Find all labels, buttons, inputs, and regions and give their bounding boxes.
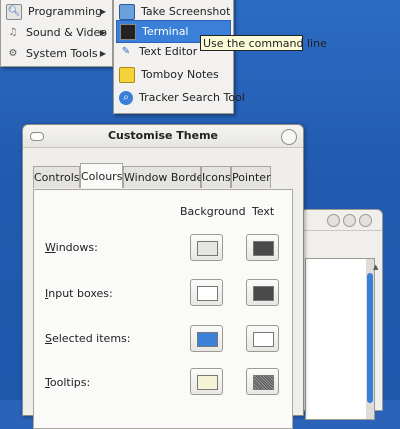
tooltips-label: Tooltips: [45, 376, 91, 389]
input-boxes-text-color-button[interactable] [246, 279, 279, 306]
selected-items-text-color-button[interactable] [246, 325, 279, 352]
menu-item-label: Text Editor [139, 45, 198, 58]
background-window-content [305, 258, 375, 420]
color-swatch [197, 375, 218, 390]
menu-item-label: Take Screenshot [141, 5, 231, 18]
close-icon[interactable] [359, 214, 372, 227]
tab-bar: Controls Colours Window Border Icons Poi… [33, 163, 293, 190]
menu-item-label: System Tools [26, 47, 98, 60]
menu-item-sound-video[interactable]: ♫ Sound & Video ▶ [3, 22, 110, 43]
applications-submenu: 🔍︎ Programming ▶ ♫ Sound & Video ▶ ⚙ Sys… [0, 0, 113, 67]
system-tools-icon: ⚙ [8, 48, 18, 59]
color-swatch [253, 286, 274, 301]
color-swatch [253, 332, 274, 347]
tab-controls[interactable]: Controls [33, 166, 80, 188]
scrollbar-track[interactable] [366, 259, 374, 419]
tab-window-border[interactable]: Window Border [123, 166, 208, 188]
selected-items-background-color-button[interactable] [190, 325, 223, 352]
menu-item-system-tools[interactable]: ⚙ System Tools ▶ [3, 43, 110, 64]
tab-colours[interactable]: Colours [80, 163, 123, 188]
scrollbar-thumb[interactable] [367, 273, 373, 403]
menu-item-label: Tomboy Notes [141, 68, 219, 81]
tab-pointer[interactable]: Pointer [231, 166, 271, 188]
screenshot-icon [119, 3, 135, 20]
customise-theme-dialog: Customise Theme Controls Colours Window … [22, 124, 304, 429]
minimize-icon[interactable] [327, 214, 340, 227]
input-boxes-label: Input boxes: [45, 287, 113, 300]
color-swatch [197, 286, 218, 301]
color-swatch [253, 375, 274, 390]
input-boxes-background-color-button[interactable] [190, 279, 223, 306]
terminal-tooltip: Use the command line [200, 35, 327, 51]
text-column-header: Text [252, 205, 275, 218]
menu-item-tracker-search-tool[interactable]: ⌕ Tracker Search Tool [116, 87, 245, 108]
menu-item-take-screenshot[interactable]: Take Screenshot [116, 1, 231, 22]
scroll-up-arrow-icon[interactable]: ▲ [373, 263, 378, 271]
text-editor-icon: ✎ [121, 46, 131, 57]
tomboy-notes-icon [119, 66, 135, 83]
submenu-arrow-icon: ▶ [99, 28, 106, 37]
menu-item-label: Sound & Video [26, 26, 108, 39]
color-swatch [253, 241, 274, 256]
dialog-title: Customise Theme [107, 129, 219, 142]
selected-items-label: Selected items: [45, 332, 131, 345]
tooltips-background-color-button[interactable] [190, 368, 223, 395]
tab-icons[interactable]: Icons [201, 166, 231, 188]
close-icon[interactable] [281, 129, 297, 145]
color-swatch [197, 332, 218, 347]
tooltips-text-color-button[interactable] [246, 368, 279, 395]
sound-video-icon: ♫ [8, 27, 18, 38]
menu-item-label: Tracker Search Tool [139, 91, 245, 104]
windows-label: Windows: [45, 241, 98, 254]
maximize-icon[interactable] [343, 214, 356, 227]
submenu-arrow-icon: ▶ [99, 49, 106, 58]
menu-item-label: Programming [28, 5, 103, 18]
windows-text-color-button[interactable] [246, 234, 279, 261]
background-column-header: Background [180, 205, 246, 218]
menu-item-label: Terminal [142, 25, 189, 38]
programming-icon: 🔍︎ [6, 3, 22, 20]
system-tools-submenu: Take Screenshot Terminal ✎ Text Editor T… [113, 0, 245, 114]
windows-background-color-button[interactable] [190, 234, 223, 261]
color-swatch [197, 241, 218, 256]
menu-item-tomboy-notes[interactable]: Tomboy Notes [116, 64, 231, 85]
dialog-titlebar[interactable]: Customise Theme [23, 125, 303, 148]
submenu-arrow-icon: ▶ [99, 7, 106, 16]
terminal-icon [120, 23, 136, 40]
menu-item-programming[interactable]: 🔍︎ Programming ▶ [3, 1, 110, 22]
background-window[interactable] [300, 209, 383, 420]
tracker-search-icon: ⌕ [119, 90, 133, 105]
